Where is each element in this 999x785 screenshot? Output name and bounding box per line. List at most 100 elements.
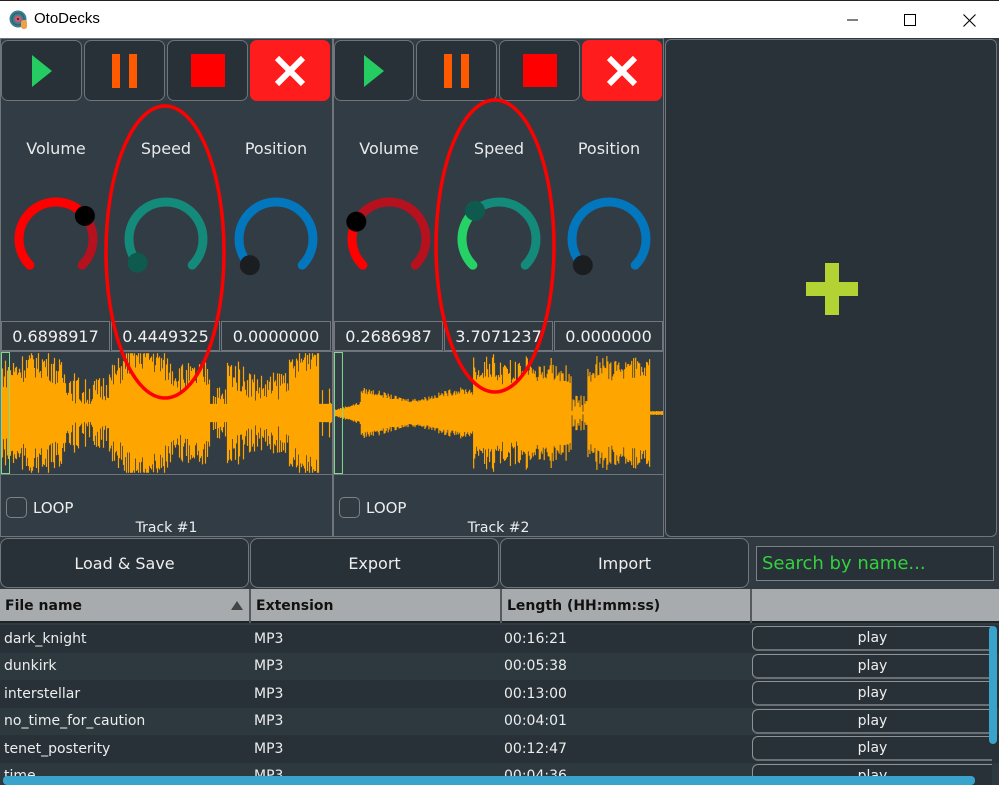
loop-label: LOOP (366, 498, 407, 517)
loop-checkbox[interactable] (339, 497, 360, 518)
column-length[interactable]: Length (HH:mm:ss) (502, 589, 752, 623)
sort-ascending-icon (231, 601, 243, 610)
column-file-name[interactable]: File name (0, 589, 251, 623)
export-button[interactable]: Export (250, 538, 499, 588)
position-label: Position (244, 139, 308, 158)
search-input[interactable]: Search by name... (756, 546, 994, 581)
loop-label: LOOP (33, 498, 74, 517)
deck-1: Volume Speed Position 0.6898917 0.444932… (0, 38, 333, 537)
stop-button[interactable] (167, 40, 248, 101)
volume-value[interactable]: 0.6898917 (1, 321, 110, 351)
play-track-button[interactable]: play (752, 708, 992, 734)
speed-knob[interactable] (444, 184, 554, 294)
play-button[interactable] (1, 40, 82, 101)
position-knob[interactable] (221, 184, 331, 294)
position-label: Position (577, 139, 641, 158)
play-track-button[interactable]: play (752, 653, 992, 679)
volume-knob[interactable] (334, 184, 444, 294)
file-name-cell: no_time_for_caution (4, 713, 146, 729)
loop-toggle[interactable]: LOOP (6, 497, 73, 518)
track-label: Track #1 (135, 520, 198, 536)
stop-icon (190, 54, 225, 87)
playlist-header: File name Extension Length (HH:mm:ss) (0, 589, 999, 623)
table-row[interactable]: interstellar MP3 00:13:00 play (0, 680, 999, 708)
extension-cell: MP3 (254, 685, 284, 702)
speed-label: Speed (473, 139, 525, 158)
horizontal-scrollbar[interactable] (3, 776, 975, 785)
position-value[interactable]: 0.0000000 (554, 321, 663, 351)
eject-button[interactable] (582, 40, 662, 101)
speed-value[interactable]: 3.7071237 (444, 321, 553, 351)
track-label: Track #2 (467, 520, 530, 536)
loop-checkbox[interactable] (6, 497, 27, 518)
transport-controls (1, 39, 332, 101)
column-extension[interactable]: Extension (251, 589, 502, 623)
title-bar: OtoDecks (0, 0, 999, 38)
stop-icon (522, 54, 557, 87)
table-row[interactable]: tenet_posterity MP3 00:12:47 play (0, 735, 999, 763)
file-name-cell: interstellar (4, 685, 81, 702)
file-name-cell: dunkirk (4, 658, 57, 674)
position-knob[interactable] (554, 184, 664, 294)
vertical-scrollbar[interactable] (989, 626, 997, 744)
knob-thumb[interactable] (127, 252, 148, 273)
knob-thumb[interactable] (346, 211, 367, 232)
column-label: Extension (256, 598, 334, 614)
length-cell: 00:05:38 (504, 658, 567, 674)
table-row[interactable]: dark_knight MP3 00:16:21 play (0, 625, 999, 653)
table-row[interactable]: no_time_for_caution MP3 00:04:01 play (0, 707, 999, 735)
knob-thumb[interactable] (464, 200, 485, 221)
table-row[interactable]: dunkirk MP3 00:05:38 play (0, 652, 999, 680)
waveform-display[interactable] (1, 351, 332, 475)
play-track-button[interactable]: play (752, 626, 992, 651)
play-track-button[interactable]: play (752, 736, 992, 761)
knob-thumb[interactable] (572, 255, 593, 276)
extension-cell: MP3 (254, 658, 284, 674)
pause-button[interactable] (416, 40, 497, 101)
eject-button[interactable] (250, 40, 330, 101)
play-button[interactable] (334, 40, 414, 101)
pause-button[interactable] (84, 40, 165, 101)
loop-toggle[interactable]: LOOP (339, 497, 406, 518)
deck-2: Volume Speed Position 0.2686987 3.707123… (333, 38, 664, 537)
column-label: File name (5, 598, 83, 614)
minimize-button[interactable] (830, 1, 876, 39)
window-title: OtoDecks (34, 10, 100, 27)
maximize-button[interactable] (887, 1, 933, 39)
waveform-display[interactable] (334, 351, 663, 475)
volume-knob[interactable] (1, 184, 111, 294)
position-value[interactable]: 0.0000000 (221, 321, 331, 351)
import-button[interactable]: Import (500, 538, 749, 588)
length-cell: 00:13:00 (504, 685, 567, 702)
knob-thumb[interactable] (74, 205, 95, 226)
play-icon (31, 54, 52, 87)
stop-button[interactable] (499, 40, 580, 101)
play-icon (364, 54, 384, 87)
maximize-icon (904, 14, 916, 26)
load-save-button[interactable]: Load & Save (0, 538, 249, 588)
close-window-button[interactable] (946, 1, 992, 39)
pause-icon (443, 53, 469, 88)
waveform-trace (334, 354, 663, 472)
speed-value[interactable]: 0.4449325 (111, 321, 220, 351)
speed-knob[interactable] (111, 184, 221, 294)
volume-value[interactable]: 0.2686987 (334, 321, 443, 351)
extension-cell: MP3 (254, 713, 284, 729)
column-action[interactable] (752, 589, 999, 623)
extension-cell: MP3 (254, 740, 284, 757)
eject-icon (274, 55, 306, 86)
knob-thumb[interactable] (239, 255, 260, 276)
extension-cell: MP3 (254, 630, 284, 647)
waveform-trace (1, 353, 332, 473)
volume-label: Volume (26, 139, 86, 158)
length-cell: 00:12:47 (504, 740, 567, 757)
length-cell: 00:16:21 (504, 630, 567, 647)
transport-controls (334, 39, 663, 101)
file-name-cell: tenet_posterity (4, 740, 111, 757)
play-track-button[interactable]: play (752, 681, 992, 706)
eject-icon (606, 55, 638, 86)
close-icon (962, 13, 976, 27)
playlist-table: dark_knight MP3 00:16:21 play dunkirk MP… (0, 625, 999, 785)
volume-label: Volume (359, 139, 419, 158)
add-deck-button[interactable] (665, 39, 997, 537)
